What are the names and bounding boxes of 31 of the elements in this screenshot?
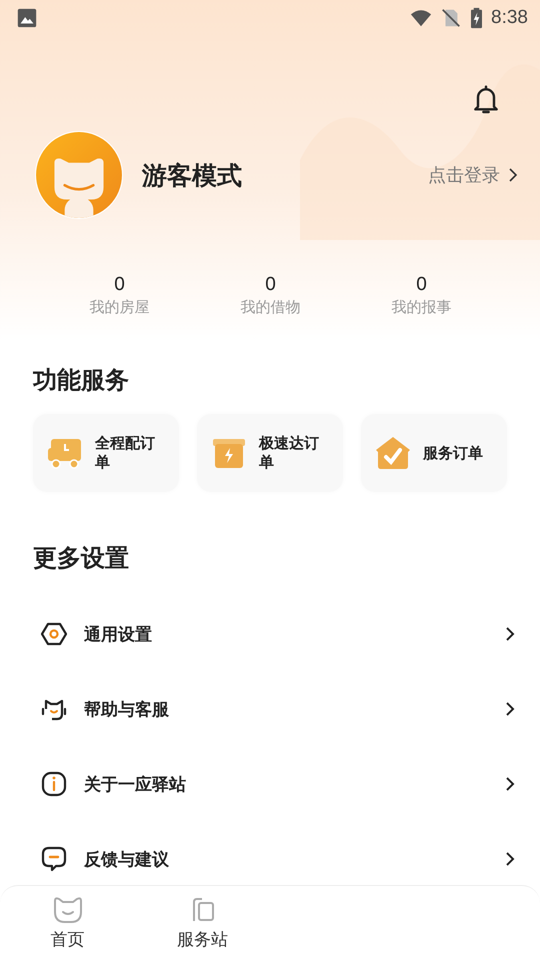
settings-icon	[41, 621, 67, 647]
no-sim-icon	[440, 7, 462, 29]
chevron-right-icon	[505, 701, 515, 717]
chevron-right-icon	[508, 167, 518, 183]
chat-icon	[41, 846, 67, 872]
nav-tab[interactable]: 首页	[0, 886, 135, 960]
user-name: 游客模式	[142, 160, 243, 192]
cat-face-icon	[52, 896, 84, 924]
stat-value: 0	[265, 274, 276, 296]
battery-icon	[470, 7, 484, 29]
stat-value: 0	[114, 274, 125, 296]
chevron-right-icon	[505, 626, 515, 642]
section-title: 功能服务	[33, 365, 130, 396]
status-time: 8:38	[491, 7, 528, 29]
service-card[interactable]: 全程配订单	[33, 414, 179, 492]
house-icon	[375, 435, 411, 471]
settings-row[interactable]: 帮助与客服	[0, 687, 540, 731]
chevron-right-icon	[505, 851, 515, 867]
settings-row[interactable]: 关于一应驿站	[0, 762, 540, 806]
section-title: 更多设置	[33, 543, 130, 574]
chevron-right-icon	[505, 776, 515, 792]
nav-tab[interactable]: 服务站	[135, 886, 270, 960]
info-icon	[41, 771, 67, 797]
service-card[interactable]: 服务订单	[361, 414, 507, 492]
service-card[interactable]: 极速达订单	[197, 414, 343, 492]
wifi-icon	[410, 7, 432, 29]
settings-row[interactable]: 反馈与建议	[0, 837, 540, 881]
login-link[interactable]: 点击登录	[428, 163, 518, 187]
stat-value: 0	[416, 274, 427, 296]
settings-row[interactable]: 通用设置	[0, 612, 540, 656]
image-icon	[16, 7, 38, 29]
